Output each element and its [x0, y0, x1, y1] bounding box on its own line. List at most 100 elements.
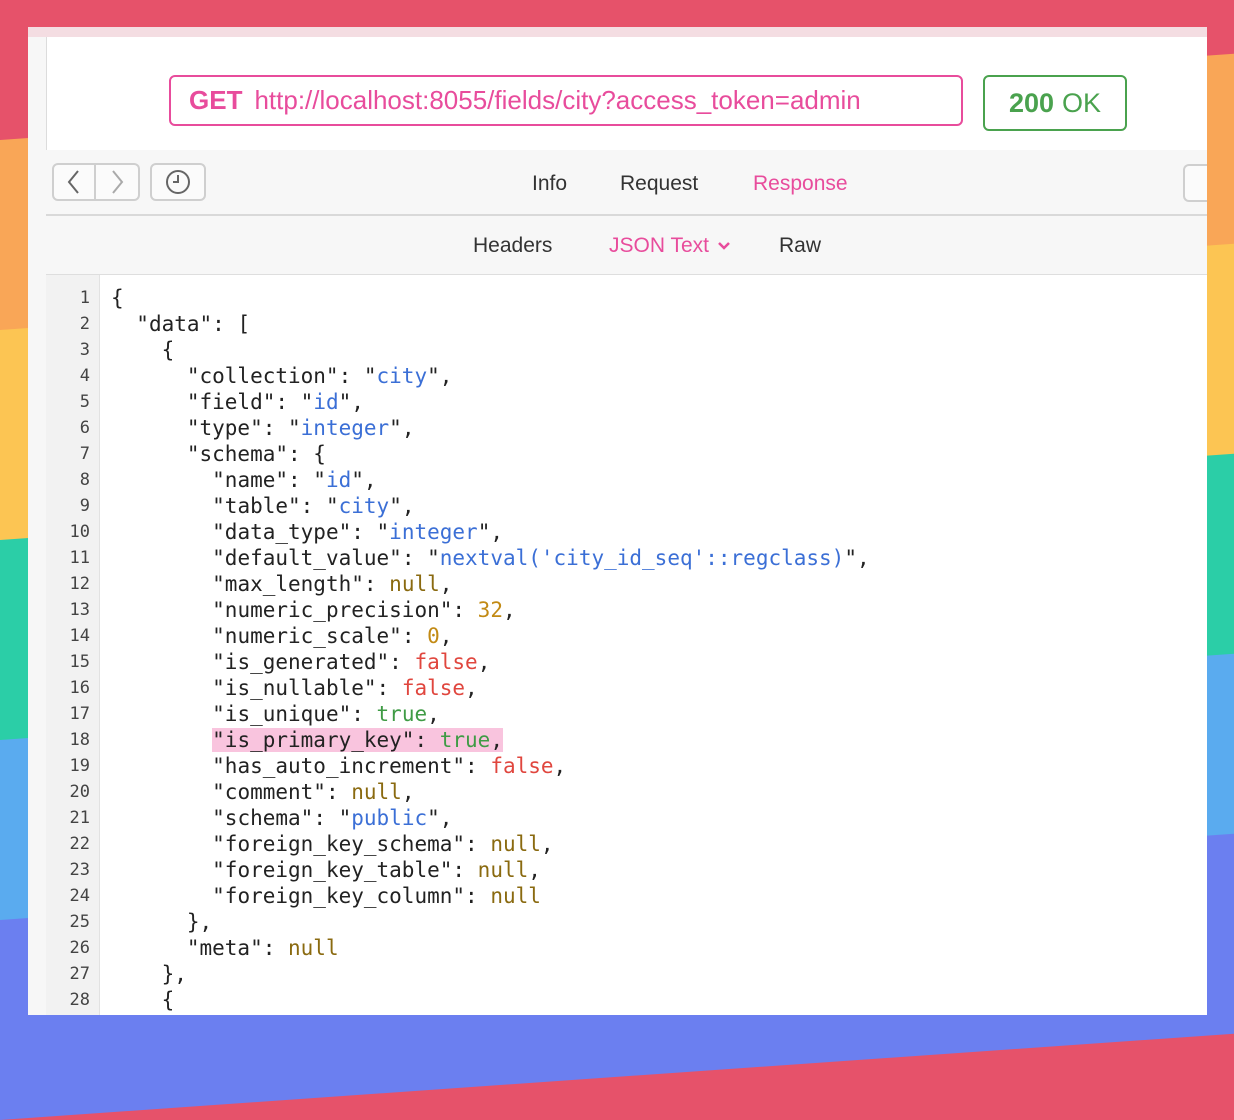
line-text: "data_type": "integer",	[212, 520, 503, 544]
line-number: 14	[69, 626, 90, 646]
request-url-field[interactable]: GET http://localhost:8055/fields/city?ac…	[169, 75, 963, 126]
line-number: 13	[69, 600, 90, 620]
code-line: 26 "meta": null	[46, 935, 1207, 961]
code-line: 6 "type": "integer",	[46, 415, 1207, 441]
code-line: 8 "name": "id",	[46, 467, 1207, 493]
tab-raw[interactable]: Raw	[779, 234, 821, 258]
code-line: 14 "numeric_scale": 0,	[46, 623, 1207, 649]
line-number: 15	[69, 652, 90, 672]
line-number: 28	[69, 990, 90, 1010]
code-line: 20 "comment": null,	[46, 779, 1207, 805]
line-number: 1	[79, 288, 90, 308]
code-line: 25 },	[46, 909, 1207, 935]
line-number: 6	[79, 418, 90, 438]
line-number: 20	[69, 782, 90, 802]
tab-json-text[interactable]: JSON Text	[609, 234, 731, 258]
line-text: "numeric_scale": 0,	[212, 624, 453, 648]
line-number: 10	[69, 522, 90, 542]
code-line: 1{	[46, 285, 1207, 311]
copy-button[interactable]	[1183, 164, 1207, 202]
line-text: "numeric_precision": 32,	[212, 598, 516, 622]
main-tabs: Info Request Response	[46, 150, 1207, 214]
line-text: "max_length": null,	[212, 572, 453, 596]
code-line: 19 "has_auto_increment": false,	[46, 753, 1207, 779]
code-line: 27 },	[46, 961, 1207, 987]
request-url: http://localhost:8055/fields/city?access…	[254, 85, 861, 115]
line-text: "meta": null	[186, 936, 339, 960]
line-number: 12	[69, 574, 90, 594]
toolbar: Info Request Response	[46, 150, 1207, 216]
response-view-tabs: Headers JSON Text Raw	[46, 216, 1207, 275]
code-line: 23 "foreign_key_table": null,	[46, 857, 1207, 883]
code-line: 2 "data": [	[46, 311, 1207, 337]
line-text: "foreign_key_column": null	[212, 884, 541, 908]
status-text: OK	[1062, 87, 1102, 118]
line-number: 16	[69, 678, 90, 698]
line-text: "default_value": "nextval('city_id_seq':…	[212, 546, 870, 570]
line-number: 7	[79, 444, 90, 464]
line-text: "foreign_key_table": null,	[212, 858, 541, 882]
line-text: "schema": {	[186, 442, 326, 466]
code-line: 7 "schema": {	[46, 441, 1207, 467]
code-line: 11 "default_value": "nextval('city_id_se…	[46, 545, 1207, 571]
line-number: 27	[69, 964, 90, 984]
line-number: 3	[79, 340, 90, 360]
line-text: "is_unique": true,	[212, 702, 440, 726]
line-text: "name": "id",	[212, 468, 377, 492]
line-number: 9	[79, 496, 90, 516]
line-text: {	[111, 286, 124, 310]
line-text: "collection": "city",	[186, 364, 453, 388]
line-number: 2	[79, 314, 90, 334]
chevron-down-icon	[717, 242, 730, 250]
highlighted-match: "is_primary_key": true,	[212, 728, 503, 752]
line-number: 23	[69, 860, 90, 880]
line-number: 24	[69, 886, 90, 906]
line-text: "foreign_key_schema": null,	[212, 832, 554, 856]
left-panel-edge	[28, 37, 47, 1015]
code-line: 9 "table": "city",	[46, 493, 1207, 519]
code-line: 17 "is_unique": true,	[46, 701, 1207, 727]
code-line: 12 "max_length": null,	[46, 571, 1207, 597]
line-text: "is_nullable": false,	[212, 676, 478, 700]
line-text: },	[111, 910, 213, 934]
tab-info[interactable]: Info	[532, 172, 567, 196]
http-client-window: GET http://localhost:8055/fields/city?ac…	[28, 27, 1207, 1015]
code-line: 5 "field": "id",	[46, 389, 1207, 415]
code-line: 13 "numeric_precision": 32,	[46, 597, 1207, 623]
line-text: "is_primary_key": true,	[111, 727, 503, 753]
tab-request[interactable]: Request	[620, 172, 698, 196]
tab-headers[interactable]: Headers	[473, 234, 552, 258]
code-line: 10 "data_type": "integer",	[46, 519, 1207, 545]
line-number: 5	[79, 392, 90, 412]
line-text: "is_generated": false,	[212, 650, 491, 674]
line-text: "table": "city",	[212, 494, 415, 518]
code-line: 24 "foreign_key_column": null	[46, 883, 1207, 909]
request-method: GET	[189, 85, 243, 115]
line-text: {	[111, 338, 175, 362]
line-text: "type": "integer",	[186, 416, 415, 440]
line-number: 25	[69, 912, 90, 932]
line-text: "data": [	[136, 312, 251, 336]
code-line: 16 "is_nullable": false,	[46, 675, 1207, 701]
line-number: 11	[69, 548, 90, 568]
window-top-border	[28, 27, 1207, 37]
line-text: {	[111, 988, 175, 1012]
line-number: 26	[69, 938, 90, 958]
line-number: 22	[69, 834, 90, 854]
code-line: 22 "foreign_key_schema": null,	[46, 831, 1207, 857]
json-response-viewer[interactable]: 1{2 "data": [3 {4 "collection": "city", 5…	[46, 275, 1207, 1015]
line-number: 4	[79, 366, 90, 386]
tab-json-text-label: JSON Text	[609, 234, 709, 257]
line-number: 17	[69, 704, 90, 724]
line-text: "has_auto_increment": false,	[212, 754, 567, 778]
code-line: 28 {	[46, 987, 1207, 1013]
code-line: 18 "is_primary_key": true,	[46, 727, 1207, 753]
code-line: 3 {	[46, 337, 1207, 363]
line-text: "comment": null,	[212, 780, 415, 804]
code-line: 15 "is_generated": false,	[46, 649, 1207, 675]
line-text: "field": "id",	[186, 390, 364, 414]
line-number: 19	[69, 756, 90, 776]
status-badge: 200 OK	[983, 75, 1127, 131]
line-number: 8	[79, 470, 90, 490]
tab-response[interactable]: Response	[753, 172, 848, 196]
